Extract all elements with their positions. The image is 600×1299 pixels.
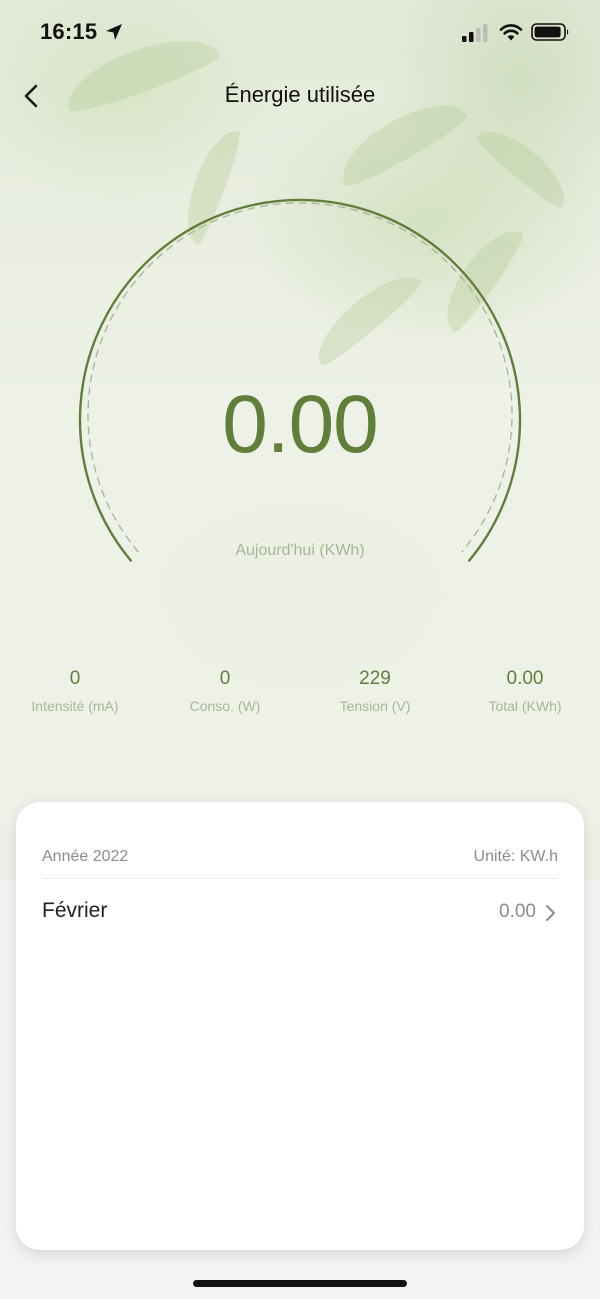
stat-power: 0 Conso. (W) xyxy=(150,666,300,714)
location-arrow-icon xyxy=(106,24,122,40)
gauge-value: 0.00 xyxy=(222,379,379,470)
chevron-right-icon xyxy=(546,905,555,921)
stats-row: 0 Intensité (mA) 0 Conso. (W) 229 Tensio… xyxy=(0,666,600,726)
month-name: Février xyxy=(42,899,108,922)
history-header: Année 2022 Unité: KW.h xyxy=(42,848,558,879)
history-card: Année 2022 Unité: KW.h Février 0.00 xyxy=(16,802,584,1250)
battery-icon xyxy=(531,23,569,41)
unit-label: Unité: KW.h xyxy=(473,848,558,865)
year-label: Année 2022 xyxy=(42,848,129,865)
list-item-month[interactable]: Février 0.00 xyxy=(42,894,558,930)
stat-label: Tension (V) xyxy=(339,698,411,714)
stat-label: Total (KWh) xyxy=(488,698,562,714)
navigation-bar: Énergie utilisée xyxy=(0,72,600,120)
stat-value: 0 xyxy=(219,668,231,689)
stat-label: Conso. (W) xyxy=(189,698,261,714)
page-title: Énergie utilisée xyxy=(224,82,376,107)
gauge-caption: Aujourd'hui (KWh) xyxy=(235,542,365,559)
status-bar: 16:15 xyxy=(0,0,600,64)
cellular-signal-icon xyxy=(462,24,488,42)
home-indicator xyxy=(193,1280,407,1287)
stat-value: 229 xyxy=(359,668,391,689)
status-time: 16:15 xyxy=(40,19,98,44)
stat-label: Intensité (mA) xyxy=(31,698,119,714)
stat-voltage: 229 Tension (V) xyxy=(300,666,450,714)
month-value: 0.00 xyxy=(499,901,536,922)
wifi-icon xyxy=(499,24,523,41)
stat-intensity: 0 Intensité (mA) xyxy=(0,666,150,714)
stat-value: 0.00 xyxy=(506,668,544,689)
stat-total: 0.00 Total (KWh) xyxy=(450,666,600,714)
stat-value: 0 xyxy=(69,668,81,689)
